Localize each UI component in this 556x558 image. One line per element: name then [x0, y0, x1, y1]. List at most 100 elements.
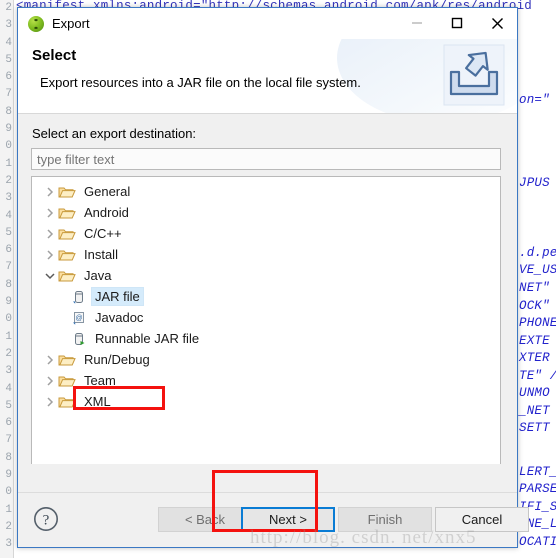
- tree-item-label: JAR file: [91, 287, 144, 306]
- line-number: 0: [5, 140, 12, 153]
- line-number: 7: [5, 261, 12, 274]
- line-number: 9: [5, 469, 12, 482]
- line-number: 2: [5, 2, 12, 14]
- code-fragment: TE" /: [519, 369, 556, 383]
- folder-icon: [58, 250, 76, 260]
- minimize-icon[interactable]: [397, 8, 437, 38]
- tree-item-team[interactable]: Team: [32, 370, 500, 391]
- chevron-right-icon[interactable]: [45, 207, 55, 218]
- folder-icon: [58, 397, 76, 407]
- dialog-footer: ? < Back Next > Finish Cancel: [18, 464, 529, 547]
- line-number: 4: [5, 209, 12, 222]
- line-number: 8: [5, 105, 12, 118]
- line-number: 7: [5, 88, 12, 101]
- chevron-right-icon[interactable]: [45, 186, 55, 197]
- tree-item-android[interactable]: Android: [32, 202, 500, 223]
- line-number: 8: [5, 451, 12, 464]
- page-description: Export resources into a JAR file on the …: [40, 75, 361, 90]
- line-number: 6: [5, 417, 12, 430]
- code-fragment: OCATI: [519, 535, 556, 549]
- folder-open-icon: [58, 271, 76, 281]
- tree-item-label: Team: [84, 373, 116, 388]
- folder-icon: [58, 355, 76, 365]
- code-fragment: NET": [519, 281, 550, 295]
- finish-button[interactable]: Finish: [338, 507, 432, 532]
- chevron-right-icon[interactable]: [42, 396, 58, 407]
- maximize-icon[interactable]: [437, 8, 477, 38]
- tree-item-label: Run/Debug: [84, 352, 150, 367]
- svg-text:@: @: [75, 315, 82, 322]
- line-number: 6: [5, 71, 12, 84]
- next-button[interactable]: Next >: [241, 507, 335, 532]
- tree-item-java[interactable]: Java: [32, 265, 500, 286]
- chevron-right-icon[interactable]: [42, 207, 58, 218]
- code-fragment: EXTE: [519, 334, 550, 348]
- tree-item-label: Javadoc: [95, 310, 144, 325]
- tree-item-label: C/C++: [84, 226, 122, 241]
- code-fragment: LERT_: [519, 465, 556, 479]
- line-number: 4: [5, 36, 12, 49]
- line-number: 2: [5, 174, 12, 187]
- code-fragment: _NET: [519, 404, 550, 418]
- tree-item-jar-file[interactable]: JAR file: [32, 286, 500, 307]
- tree-item-label: Runnable JAR file: [95, 331, 200, 346]
- folder-icon: [58, 187, 76, 197]
- line-number: 0: [5, 313, 12, 326]
- chevron-right-icon[interactable]: [42, 375, 58, 386]
- chevron-down-icon[interactable]: [45, 271, 55, 281]
- window-controls: [397, 8, 517, 38]
- export-destination-tree[interactable]: General Android C/C++ Install Java JAR file @ J…: [31, 176, 501, 473]
- filter-input[interactable]: [31, 148, 501, 170]
- tree-item-install[interactable]: Install: [32, 244, 500, 265]
- code-fragment: JPUS: [519, 176, 550, 190]
- chevron-right-icon[interactable]: [45, 354, 55, 365]
- chevron-right-icon[interactable]: [45, 249, 55, 260]
- tree-item-label: General: [84, 184, 131, 199]
- chevron-right-icon[interactable]: [45, 396, 55, 407]
- jar-file-icon: [73, 290, 83, 304]
- tree-item-label: Java: [84, 268, 112, 283]
- dialog-header: Select Export resources into a JAR file …: [18, 39, 517, 114]
- chevron-right-icon[interactable]: [42, 354, 58, 365]
- editor-line-number-gutter: 2 3 4 5 6 7 8 9 0 1 2 3 4 5 6 7 8 9 0 1 2 3 4 5 6 7 8 9 0 1 2 3: [0, 0, 14, 558]
- dialog-titlebar: Export: [18, 8, 517, 39]
- destination-label: Select an export destination:: [32, 126, 197, 141]
- tree-item-label: XML: [84, 394, 111, 409]
- back-button[interactable]: < Back: [158, 507, 252, 532]
- chevron-right-icon[interactable]: [42, 186, 58, 197]
- chevron-right-icon[interactable]: [42, 228, 58, 239]
- runnable-jar-icon: [75, 332, 85, 345]
- line-number: 3: [5, 365, 12, 378]
- footer-divider: [18, 492, 517, 493]
- tree-item-run-debug[interactable]: Run/Debug: [32, 349, 500, 370]
- export-dialog: Export Select Export resources into a JA…: [17, 7, 529, 548]
- tree-item-runnable-jar-file[interactable]: Runnable JAR file: [32, 328, 500, 349]
- folder-icon: [58, 376, 76, 386]
- line-number: 1: [5, 157, 12, 170]
- tree-item-xml[interactable]: XML: [32, 391, 500, 412]
- tree-item-javadoc[interactable]: @ Javadoc: [32, 307, 500, 328]
- chevron-right-icon[interactable]: [42, 249, 58, 260]
- code-fragment: PHONE: [519, 316, 556, 330]
- folder-icon: [58, 208, 76, 218]
- chevron-right-icon[interactable]: [45, 228, 55, 239]
- line-number: 4: [5, 382, 12, 395]
- line-number: 5: [5, 226, 12, 239]
- tree-item-label: Android: [84, 205, 129, 220]
- chevron-down-icon[interactable]: [42, 271, 58, 281]
- line-number: 3: [5, 538, 12, 551]
- tree-item-general[interactable]: General: [32, 181, 500, 202]
- help-icon[interactable]: ?: [33, 506, 59, 532]
- code-fragment: OCK": [519, 299, 550, 313]
- chevron-right-icon[interactable]: [45, 375, 55, 386]
- close-icon[interactable]: [477, 8, 517, 38]
- line-number: 1: [5, 330, 12, 343]
- line-number: 8: [5, 278, 12, 291]
- line-number: 3: [5, 19, 12, 32]
- svg-text:?: ?: [43, 513, 50, 529]
- code-fragment: XTER: [519, 351, 550, 365]
- tree-item-c-c[interactable]: C/C++: [32, 223, 500, 244]
- line-number: 6: [5, 244, 12, 257]
- code-fragment: on=": [519, 93, 550, 107]
- cancel-button[interactable]: Cancel: [435, 507, 529, 532]
